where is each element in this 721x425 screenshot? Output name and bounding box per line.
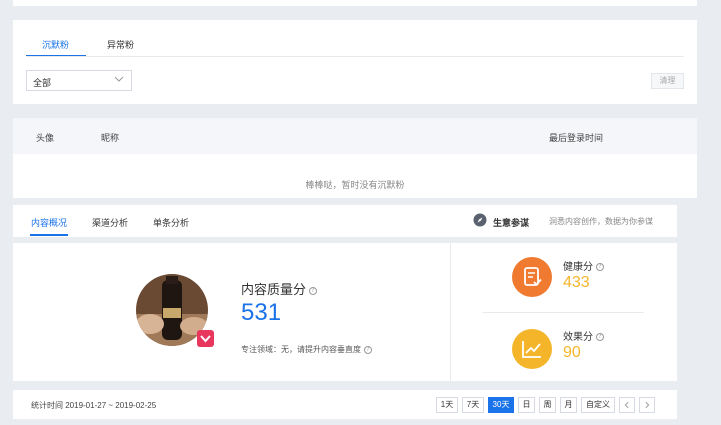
chevron-left-icon (624, 401, 629, 409)
tip-title[interactable]: 生意参谋 (493, 216, 529, 229)
health-score-value: 433 (563, 274, 590, 291)
health-icon-circle (512, 257, 552, 297)
next-button[interactable] (639, 397, 655, 413)
fans-table-card: 头像 昵称 最后登录时间 棒棒哒，暂时没有沉默粉 (13, 118, 697, 198)
domain-text-label: 专注领域：无，请提升内容垂直度 (241, 345, 361, 354)
empty-state-text: 棒棒哒，暂时没有沉默粉 (305, 180, 405, 190)
help-icon[interactable]: ? (364, 345, 372, 354)
column-nickname: 昵称 (101, 133, 120, 143)
quality-score-label: 内容质量分? (241, 279, 318, 298)
health-score-text: 健康分 (563, 262, 593, 273)
prev-button[interactable] (619, 397, 635, 413)
health-score-label: 健康分? (563, 258, 604, 273)
fans-filter-card: 沉默粉 异常粉 全部 清理 (13, 20, 697, 104)
top-strip (13, 0, 697, 6)
domain-text: 专注领域：无，请提升内容垂直度? (241, 344, 372, 355)
document-check-icon (524, 267, 542, 286)
effect-icon-circle (512, 329, 552, 369)
tab-channel-analysis[interactable]: 渠道分析 (92, 216, 128, 229)
period-button-1d[interactable]: 1天 (436, 397, 458, 413)
avatar-badge (197, 330, 214, 347)
trend-chart-icon (522, 341, 541, 358)
fans-type-select[interactable]: 全部 (26, 70, 132, 91)
chevron-down-icon (114, 76, 124, 82)
content-tab-underline (30, 234, 68, 236)
period-button-day[interactable]: 日 (518, 397, 535, 413)
chevron-down-icon (200, 335, 211, 343)
period-button-30d[interactable]: 30天 (488, 397, 514, 413)
compass-icon (473, 213, 487, 227)
vertical-divider (450, 243, 451, 381)
tip-text: 洞悉内容创作，数据为你参谋 (549, 217, 653, 226)
column-avatar: 头像 (36, 133, 55, 143)
column-last-login: 最后登录时间 (549, 133, 604, 143)
content-tabbar: 内容概况 渠道分析 单条分析 生意参谋 洞悉内容创作，数据为你参谋 (13, 205, 677, 237)
effect-score-text: 效果分 (563, 332, 593, 343)
tab-single-analysis[interactable]: 单条分析 (153, 216, 189, 229)
quality-score-text: 内容质量分 (241, 282, 307, 297)
period-bar: 统计时间 2019-01-27 ~ 2019-02-25 1天 7天 30天 日… (13, 390, 677, 419)
effect-score-value: 90 (563, 344, 581, 361)
help-icon[interactable]: ? (596, 333, 604, 342)
period-text: 统计时间 2019-01-27 ~ 2019-02-25 (31, 401, 157, 410)
help-icon[interactable]: ? (309, 286, 318, 295)
select-value: 全部 (33, 78, 52, 88)
period-button-week[interactable]: 周 (539, 397, 556, 413)
content-overview-card: 内容质量分? 531 专注领域：无，请提升内容垂直度? 健康分? 433 效果分… (13, 243, 677, 381)
period-button-month[interactable]: 月 (560, 397, 577, 413)
clear-button[interactable]: 清理 (651, 73, 684, 89)
tab-content-overview[interactable]: 内容概况 (31, 216, 67, 229)
period-button-7d[interactable]: 7天 (462, 397, 484, 413)
quality-score-value: 531 (241, 299, 282, 326)
tabs-divider (26, 56, 684, 57)
help-icon[interactable]: ? (596, 263, 604, 272)
effect-score-label: 效果分? (563, 328, 604, 343)
score-divider (483, 312, 644, 313)
tab-abnormal-fans[interactable]: 异常粉 (107, 38, 134, 51)
chevron-right-icon (645, 401, 650, 409)
tab-silent-fans[interactable]: 沉默粉 (42, 38, 69, 51)
period-button-custom[interactable]: 自定义 (581, 397, 615, 413)
